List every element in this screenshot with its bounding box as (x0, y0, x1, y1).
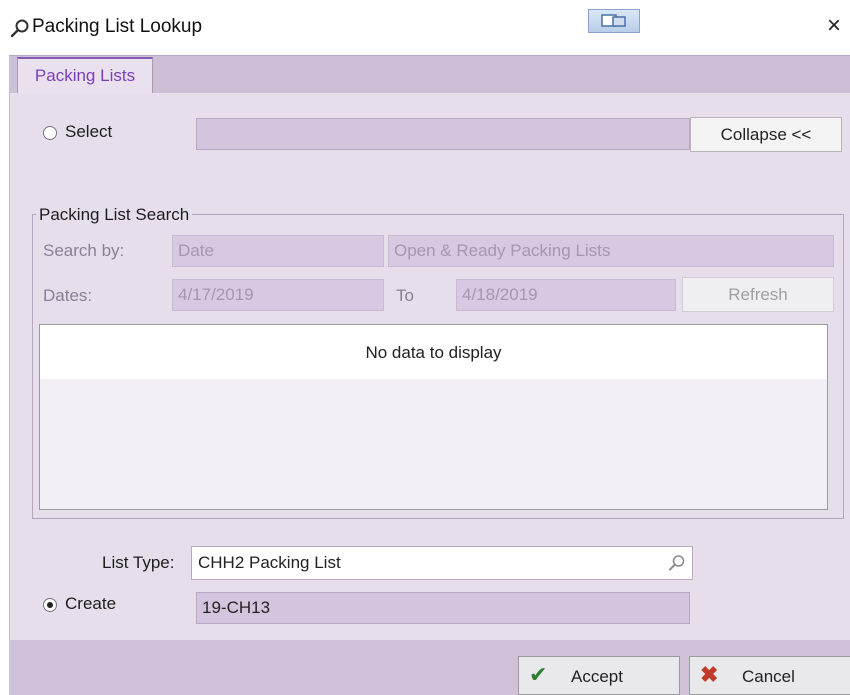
tab-packing-lists[interactable]: Packing Lists (17, 57, 153, 93)
packing-list-lookup-dialog: Packing List Lookup × Packing Lists Sele… (0, 0, 850, 695)
search-by-field[interactable]: Date (172, 235, 384, 267)
select-label[interactable]: Select (65, 122, 112, 142)
close-button[interactable]: × (822, 14, 846, 38)
empty-grid-message: No data to display (40, 325, 827, 379)
select-field[interactable] (196, 118, 690, 150)
results-grid[interactable]: No data to display (39, 324, 828, 510)
status-filter-field[interactable]: Open & Ready Packing Lists (388, 235, 834, 267)
group-title: Packing List Search (36, 205, 193, 225)
title-bar: Packing List Lookup × (0, 0, 850, 55)
dialog-footer: ✔ Accept ✖ Cancel (9, 640, 850, 695)
search-icon (10, 19, 29, 38)
list-type-label: List Type: (102, 553, 175, 572)
tab-strip: Packing Lists (9, 55, 850, 94)
window-badge[interactable] (588, 9, 640, 33)
window-title: Packing List Lookup (32, 16, 203, 37)
create-field[interactable]: 19-CH13 (196, 592, 690, 624)
x-icon: ✖ (700, 662, 719, 687)
to-label: To (396, 286, 414, 305)
accept-button[interactable]: ✔ Accept (518, 656, 680, 695)
search-by-label: Search by: (43, 241, 125, 260)
collapse-button[interactable]: Collapse << (690, 117, 842, 152)
list-type-field[interactable]: CHH2 Packing List (191, 546, 693, 580)
cancel-label: Cancel (742, 667, 795, 686)
date-to-field[interactable]: 4/18/2019 (456, 279, 676, 311)
create-label[interactable]: Create (65, 594, 116, 614)
cancel-button[interactable]: ✖ Cancel (689, 656, 850, 695)
search-icon[interactable] (668, 554, 686, 572)
restore-icon (601, 14, 626, 27)
list-type-value: CHH2 Packing List (198, 553, 341, 572)
checkmark-icon: ✔ (529, 662, 548, 687)
tab-panel: Select Collapse << Packing List Search S… (9, 93, 850, 640)
accept-label: Accept (571, 667, 623, 686)
select-radio[interactable] (43, 126, 57, 140)
create-radio[interactable] (43, 598, 57, 612)
dates-label: Dates: (43, 286, 93, 305)
refresh-button[interactable]: Refresh (682, 277, 834, 312)
date-from-field[interactable]: 4/17/2019 (172, 279, 384, 311)
